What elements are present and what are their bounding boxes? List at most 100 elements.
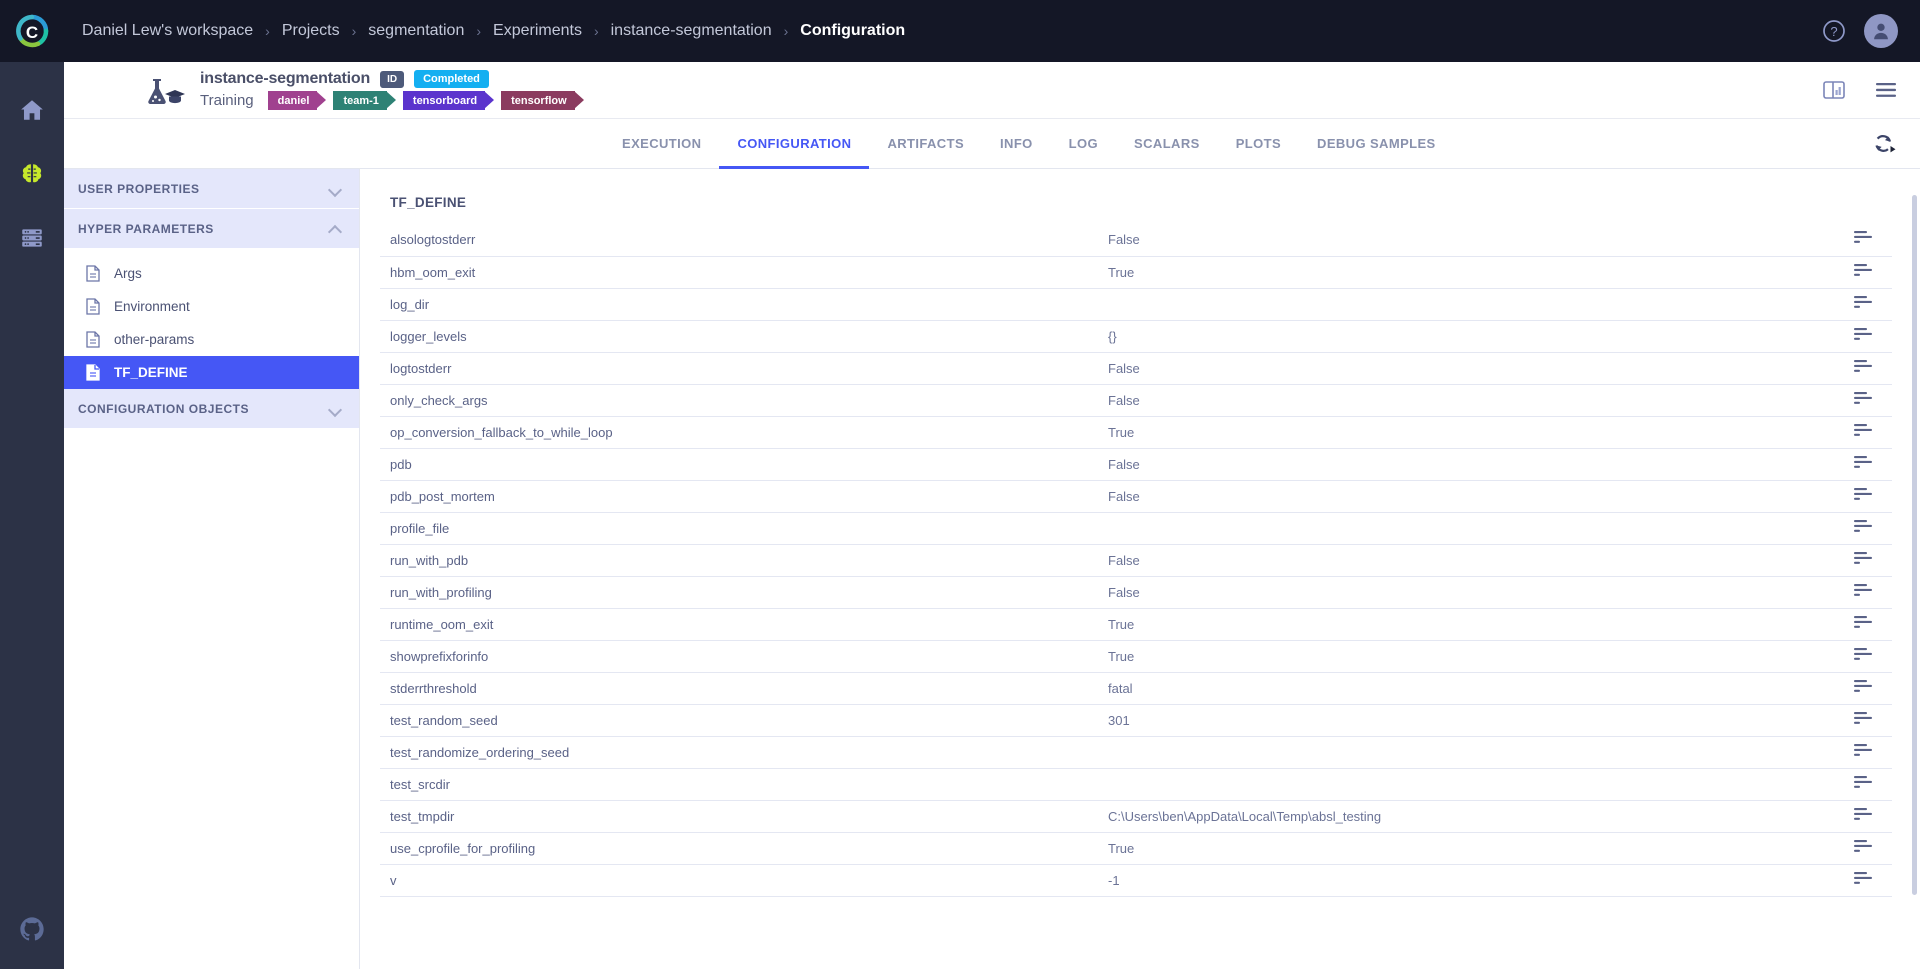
- sidebar-item-other-params[interactable]: other-params: [64, 323, 359, 356]
- sidebar-item-args[interactable]: Args: [64, 257, 359, 290]
- table-row[interactable]: alsologtostderrFalse: [380, 224, 1892, 256]
- table-row[interactable]: logtostderrFalse: [380, 352, 1892, 384]
- config-value-cell: False: [1100, 224, 1822, 256]
- help-button[interactable]: ?: [1822, 19, 1846, 43]
- user-avatar-icon: [1870, 20, 1892, 42]
- value-type-button[interactable]: [1852, 327, 1874, 346]
- value-type-icon: [1852, 615, 1874, 629]
- config-key-cell: pdb: [380, 448, 1100, 480]
- split-panel-button[interactable]: [1822, 79, 1846, 101]
- tab-bar: EXECUTION CONFIGURATION ARTIFACTS INFO L…: [64, 119, 1920, 169]
- table-row[interactable]: op_conversion_fallback_to_while_loopTrue: [380, 416, 1892, 448]
- value-type-button[interactable]: [1852, 487, 1874, 506]
- tag-daniel[interactable]: daniel: [268, 91, 318, 110]
- value-type-button[interactable]: [1852, 871, 1874, 890]
- vertical-scrollbar[interactable]: [1912, 195, 1917, 895]
- menu-button[interactable]: [1874, 81, 1898, 99]
- table-row[interactable]: log_dir: [380, 288, 1892, 320]
- sidebar-group-hyper-parameters[interactable]: HYPER PARAMETERS: [64, 209, 359, 249]
- tab-log[interactable]: LOG: [1051, 119, 1116, 168]
- tab-artifacts[interactable]: ARTIFACTS: [869, 119, 982, 168]
- config-action-cell: [1822, 256, 1892, 288]
- tag-tensorflow[interactable]: tensorflow: [501, 91, 575, 110]
- breadcrumb-item-experiments[interactable]: Experiments: [491, 22, 584, 40]
- config-action-cell: [1822, 544, 1892, 576]
- config-key-cell: use_cprofile_for_profiling: [380, 832, 1100, 864]
- value-type-button[interactable]: [1852, 263, 1874, 282]
- value-type-button[interactable]: [1852, 679, 1874, 698]
- config-key-cell: log_dir: [380, 288, 1100, 320]
- sidebar-group-user-properties[interactable]: USER PROPERTIES: [64, 169, 359, 209]
- tab-info[interactable]: INFO: [982, 119, 1051, 168]
- table-row[interactable]: test_random_seed301: [380, 704, 1892, 736]
- tab-debug-samples[interactable]: DEBUG SAMPLES: [1299, 119, 1454, 168]
- config-value: True: [1108, 841, 1134, 856]
- auto-refresh-button[interactable]: [1870, 119, 1920, 168]
- value-type-button[interactable]: [1852, 423, 1874, 442]
- breadcrumb-item-workspace[interactable]: Daniel Lew's workspace: [80, 22, 255, 40]
- avatar[interactable]: [1864, 14, 1898, 48]
- experiment-info: instance-segmentation ID Completed Train…: [200, 70, 591, 110]
- content-area: USER PROPERTIES HYPER PARAMETERS Args: [64, 169, 1920, 969]
- experiment-id-badge[interactable]: ID: [380, 71, 404, 88]
- value-type-button[interactable]: [1852, 551, 1874, 570]
- breadcrumb-item-projects[interactable]: Projects: [280, 22, 342, 40]
- table-row[interactable]: v-1: [380, 864, 1892, 896]
- value-type-button[interactable]: [1852, 647, 1874, 666]
- table-row[interactable]: test_tmpdirC:\Users\ben\AppData\Local\Te…: [380, 800, 1892, 832]
- value-type-button[interactable]: [1852, 455, 1874, 474]
- table-row[interactable]: logger_levels{}: [380, 320, 1892, 352]
- rail-item-workers[interactable]: [0, 206, 64, 270]
- value-type-button[interactable]: [1852, 775, 1874, 794]
- breadcrumb-item-segmentation[interactable]: segmentation: [366, 22, 466, 40]
- config-key: pdb_post_mortem: [390, 489, 495, 504]
- value-type-button[interactable]: [1852, 839, 1874, 858]
- config-action-cell: [1822, 480, 1892, 512]
- table-row[interactable]: only_check_argsFalse: [380, 384, 1892, 416]
- value-type-button[interactable]: [1852, 391, 1874, 410]
- table-row[interactable]: test_randomize_ordering_seed: [380, 736, 1892, 768]
- value-type-button[interactable]: [1852, 230, 1874, 249]
- value-type-button[interactable]: [1852, 583, 1874, 602]
- value-type-button[interactable]: [1852, 519, 1874, 538]
- value-type-button[interactable]: [1852, 743, 1874, 762]
- tab-plots[interactable]: PLOTS: [1218, 119, 1299, 168]
- config-value-cell: [1100, 512, 1822, 544]
- table-row[interactable]: pdb_post_mortemFalse: [380, 480, 1892, 512]
- breadcrumb-item-instance-segmentation[interactable]: instance-segmentation: [609, 22, 774, 40]
- table-row[interactable]: profile_file: [380, 512, 1892, 544]
- table-row[interactable]: showprefixforinfoTrue: [380, 640, 1892, 672]
- tab-execution[interactable]: EXECUTION: [604, 119, 719, 168]
- table-row[interactable]: run_with_profilingFalse: [380, 576, 1892, 608]
- value-type-button[interactable]: [1852, 807, 1874, 826]
- value-type-button[interactable]: [1852, 295, 1874, 314]
- sidebar-item-tf-define[interactable]: TF_DEFINE: [64, 356, 359, 389]
- table-row[interactable]: test_srcdir: [380, 768, 1892, 800]
- sidebar-item-environment[interactable]: Environment: [64, 290, 359, 323]
- tag-team-1[interactable]: team-1: [333, 91, 386, 110]
- value-type-button[interactable]: [1852, 615, 1874, 634]
- app-logo[interactable]: C: [0, 0, 64, 62]
- tag-tensorboard[interactable]: tensorboard: [403, 91, 485, 110]
- table-row[interactable]: use_cprofile_for_profiling True: [380, 832, 1892, 864]
- config-action-cell: [1822, 224, 1892, 256]
- page-title: instance-segmentation: [200, 70, 370, 88]
- tab-scalars[interactable]: SCALARS: [1116, 119, 1218, 168]
- value-type-button[interactable]: [1852, 711, 1874, 730]
- tab-configuration[interactable]: CONFIGURATION: [719, 119, 869, 168]
- config-value: fatal: [1108, 681, 1133, 696]
- table-row[interactable]: pdbFalse: [380, 448, 1892, 480]
- rail-item-github[interactable]: [0, 889, 64, 969]
- sidebar-group-configuration-objects[interactable]: CONFIGURATION OBJECTS: [64, 389, 359, 429]
- table-row[interactable]: stderrthresholdfatal: [380, 672, 1892, 704]
- table-row[interactable]: hbm_oom_exitTrue: [380, 256, 1892, 288]
- value-type-button[interactable]: [1852, 359, 1874, 378]
- section-title: TF_DEFINE: [390, 195, 1892, 210]
- split-panel-icon: [1822, 79, 1846, 101]
- config-value: False: [1108, 361, 1140, 376]
- table-row[interactable]: run_with_pdbFalse: [380, 544, 1892, 576]
- rail-item-home[interactable]: [0, 78, 64, 142]
- tab-label: SCALARS: [1134, 136, 1200, 151]
- rail-item-models[interactable]: [0, 142, 64, 206]
- table-row[interactable]: runtime_oom_exitTrue: [380, 608, 1892, 640]
